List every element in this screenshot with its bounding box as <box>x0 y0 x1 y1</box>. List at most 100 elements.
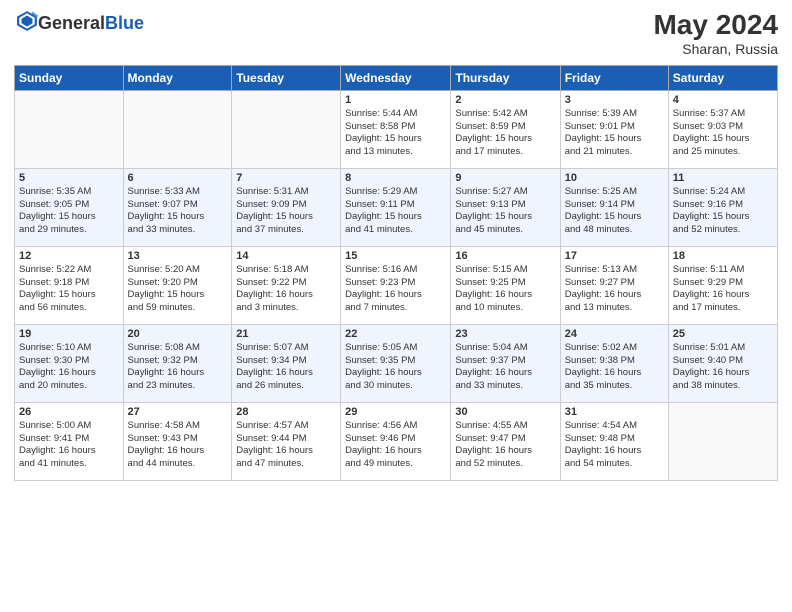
week-row-2: 5Sunrise: 5:35 AMSunset: 9:05 PMDaylight… <box>15 168 778 246</box>
day-cell: 25 Sunrise: 5:01 AMSunset: 9:40 PMDayligh… <box>668 324 777 402</box>
day-cell: 3 Sunrise: 5:39 AMSunset: 9:01 PMDaylight… <box>560 90 668 168</box>
col-header-wednesday: Wednesday <box>341 65 451 90</box>
day-number: 15 <box>345 250 446 262</box>
title-block: May 2024 Sharan, Russia <box>653 10 778 57</box>
day-cell: 7 Sunrise: 5:31 AMSunset: 9:09 PMDaylight… <box>232 168 341 246</box>
col-header-sunday: Sunday <box>15 65 124 90</box>
day-info: Sunrise: 5:11 AMSunset: 9:29 PMDaylight:… <box>673 264 773 315</box>
day-number: 1 <box>345 94 446 106</box>
day-number: 4 <box>673 94 773 106</box>
logo-blue-text: Blue <box>105 13 144 33</box>
day-cell <box>15 90 124 168</box>
day-cell: 11Sunrise: 5:24 AMSunset: 9:16 PMDayligh… <box>668 168 777 246</box>
day-info: Sunrise: 5:39 AMSunset: 9:01 PMDaylight:… <box>565 108 664 159</box>
day-number: 22 <box>345 328 446 340</box>
main-container: GeneralBlue May 2024 Sharan, Russia Sund… <box>0 0 792 491</box>
day-cell: 24 Sunrise: 5:02 AMSunset: 9:38 PMDayligh… <box>560 324 668 402</box>
day-info: Sunrise: 5:05 AMSunset: 9:35 PMDaylight:… <box>345 342 446 393</box>
day-cell: 18 Sunrise: 5:11 AMSunset: 9:29 PMDayligh… <box>668 246 777 324</box>
calendar-table: SundayMondayTuesdayWednesdayThursdayFrid… <box>14 65 778 481</box>
day-number: 17 <box>565 250 664 262</box>
logo-icon <box>16 10 38 32</box>
day-number: 20 <box>128 328 228 340</box>
day-number: 28 <box>236 406 336 418</box>
day-number: 19 <box>19 328 119 340</box>
day-info: Sunrise: 5:24 AMSunset: 9:16 PMDaylight:… <box>673 186 773 237</box>
day-cell: 27Sunrise: 4:58 AMSunset: 9:43 PMDayligh… <box>123 402 232 480</box>
location: Sharan, Russia <box>653 41 778 57</box>
day-number: 14 <box>236 250 336 262</box>
day-info: Sunrise: 5:00 AMSunset: 9:41 PMDaylight:… <box>19 420 119 471</box>
day-number: 18 <box>673 250 773 262</box>
day-cell: 19 Sunrise: 5:10 AMSunset: 9:30 PMDayligh… <box>15 324 124 402</box>
week-row-4: 19 Sunrise: 5:10 AMSunset: 9:30 PMDayligh… <box>15 324 778 402</box>
day-cell: 8 Sunrise: 5:29 AMSunset: 9:11 PMDaylight… <box>341 168 451 246</box>
day-number: 13 <box>128 250 228 262</box>
day-info: Sunrise: 5:01 AMSunset: 9:40 PMDaylight:… <box>673 342 773 393</box>
day-cell: 10Sunrise: 5:25 AMSunset: 9:14 PMDayligh… <box>560 168 668 246</box>
day-info: Sunrise: 5:27 AMSunset: 9:13 PMDaylight:… <box>455 186 555 237</box>
day-number: 26 <box>19 406 119 418</box>
header: GeneralBlue May 2024 Sharan, Russia <box>14 10 778 57</box>
day-info: Sunrise: 5:42 AMSunset: 8:59 PMDaylight:… <box>455 108 555 159</box>
day-info: Sunrise: 5:02 AMSunset: 9:38 PMDaylight:… <box>565 342 664 393</box>
logo: GeneralBlue <box>14 10 144 37</box>
day-info: Sunrise: 5:04 AMSunset: 9:37 PMDaylight:… <box>455 342 555 393</box>
day-info: Sunrise: 5:29 AMSunset: 9:11 PMDaylight:… <box>345 186 446 237</box>
day-info: Sunrise: 5:44 AMSunset: 8:58 PMDaylight:… <box>345 108 446 159</box>
day-cell: 13 Sunrise: 5:20 AMSunset: 9:20 PMDayligh… <box>123 246 232 324</box>
day-info: Sunrise: 5:15 AMSunset: 9:25 PMDaylight:… <box>455 264 555 315</box>
day-number: 16 <box>455 250 555 262</box>
day-cell: 6Sunrise: 5:33 AMSunset: 9:07 PMDaylight… <box>123 168 232 246</box>
week-row-5: 26 Sunrise: 5:00 AMSunset: 9:41 PMDayligh… <box>15 402 778 480</box>
day-cell: 1 Sunrise: 5:44 AMSunset: 8:58 PMDaylight… <box>341 90 451 168</box>
day-cell: 9 Sunrise: 5:27 AMSunset: 9:13 PMDaylight… <box>451 168 560 246</box>
day-number: 7 <box>236 172 336 184</box>
day-cell <box>232 90 341 168</box>
day-number: 27 <box>128 406 228 418</box>
day-number: 31 <box>565 406 664 418</box>
day-info: Sunrise: 5:31 AMSunset: 9:09 PMDaylight:… <box>236 186 336 237</box>
day-info: Sunrise: 5:13 AMSunset: 9:27 PMDaylight:… <box>565 264 664 315</box>
day-cell: 31 Sunrise: 4:54 AMSunset: 9:48 PMDayligh… <box>560 402 668 480</box>
day-number: 24 <box>565 328 664 340</box>
day-cell: 21 Sunrise: 5:07 AMSunset: 9:34 PMDayligh… <box>232 324 341 402</box>
day-info: Sunrise: 5:10 AMSunset: 9:30 PMDaylight:… <box>19 342 119 393</box>
day-info: Sunrise: 5:35 AMSunset: 9:05 PMDaylight:… <box>19 186 119 237</box>
day-cell: 5Sunrise: 5:35 AMSunset: 9:05 PMDaylight… <box>15 168 124 246</box>
day-info: Sunrise: 4:55 AMSunset: 9:47 PMDaylight:… <box>455 420 555 471</box>
day-cell: 22 Sunrise: 5:05 AMSunset: 9:35 PMDayligh… <box>341 324 451 402</box>
month-title: May 2024 <box>653 10 778 41</box>
day-info: Sunrise: 4:57 AMSunset: 9:44 PMDaylight:… <box>236 420 336 471</box>
logo-general-text: General <box>38 13 105 33</box>
day-number: 23 <box>455 328 555 340</box>
day-number: 25 <box>673 328 773 340</box>
day-number: 29 <box>345 406 446 418</box>
day-cell: 30 Sunrise: 4:55 AMSunset: 9:47 PMDayligh… <box>451 402 560 480</box>
day-number: 21 <box>236 328 336 340</box>
day-info: Sunrise: 5:16 AMSunset: 9:23 PMDaylight:… <box>345 264 446 315</box>
day-info: Sunrise: 5:20 AMSunset: 9:20 PMDaylight:… <box>128 264 228 315</box>
day-cell: 2 Sunrise: 5:42 AMSunset: 8:59 PMDaylight… <box>451 90 560 168</box>
day-number: 10 <box>565 172 664 184</box>
day-info: Sunrise: 5:33 AMSunset: 9:07 PMDaylight:… <box>128 186 228 237</box>
day-cell: 17 Sunrise: 5:13 AMSunset: 9:27 PMDayligh… <box>560 246 668 324</box>
day-cell <box>123 90 232 168</box>
day-cell: 23 Sunrise: 5:04 AMSunset: 9:37 PMDayligh… <box>451 324 560 402</box>
day-cell <box>668 402 777 480</box>
day-info: Sunrise: 5:07 AMSunset: 9:34 PMDaylight:… <box>236 342 336 393</box>
day-info: Sunrise: 5:08 AMSunset: 9:32 PMDaylight:… <box>128 342 228 393</box>
day-number: 2 <box>455 94 555 106</box>
calendar-header-row: SundayMondayTuesdayWednesdayThursdayFrid… <box>15 65 778 90</box>
day-number: 9 <box>455 172 555 184</box>
day-cell: 16 Sunrise: 5:15 AMSunset: 9:25 PMDayligh… <box>451 246 560 324</box>
day-info: Sunrise: 4:54 AMSunset: 9:48 PMDaylight:… <box>565 420 664 471</box>
day-cell: 12Sunrise: 5:22 AMSunset: 9:18 PMDayligh… <box>15 246 124 324</box>
week-row-1: 1 Sunrise: 5:44 AMSunset: 8:58 PMDaylight… <box>15 90 778 168</box>
day-number: 30 <box>455 406 555 418</box>
day-number: 3 <box>565 94 664 106</box>
day-info: Sunrise: 4:56 AMSunset: 9:46 PMDaylight:… <box>345 420 446 471</box>
col-header-tuesday: Tuesday <box>232 65 341 90</box>
day-cell: 14Sunrise: 5:18 AMSunset: 9:22 PMDayligh… <box>232 246 341 324</box>
day-number: 8 <box>345 172 446 184</box>
